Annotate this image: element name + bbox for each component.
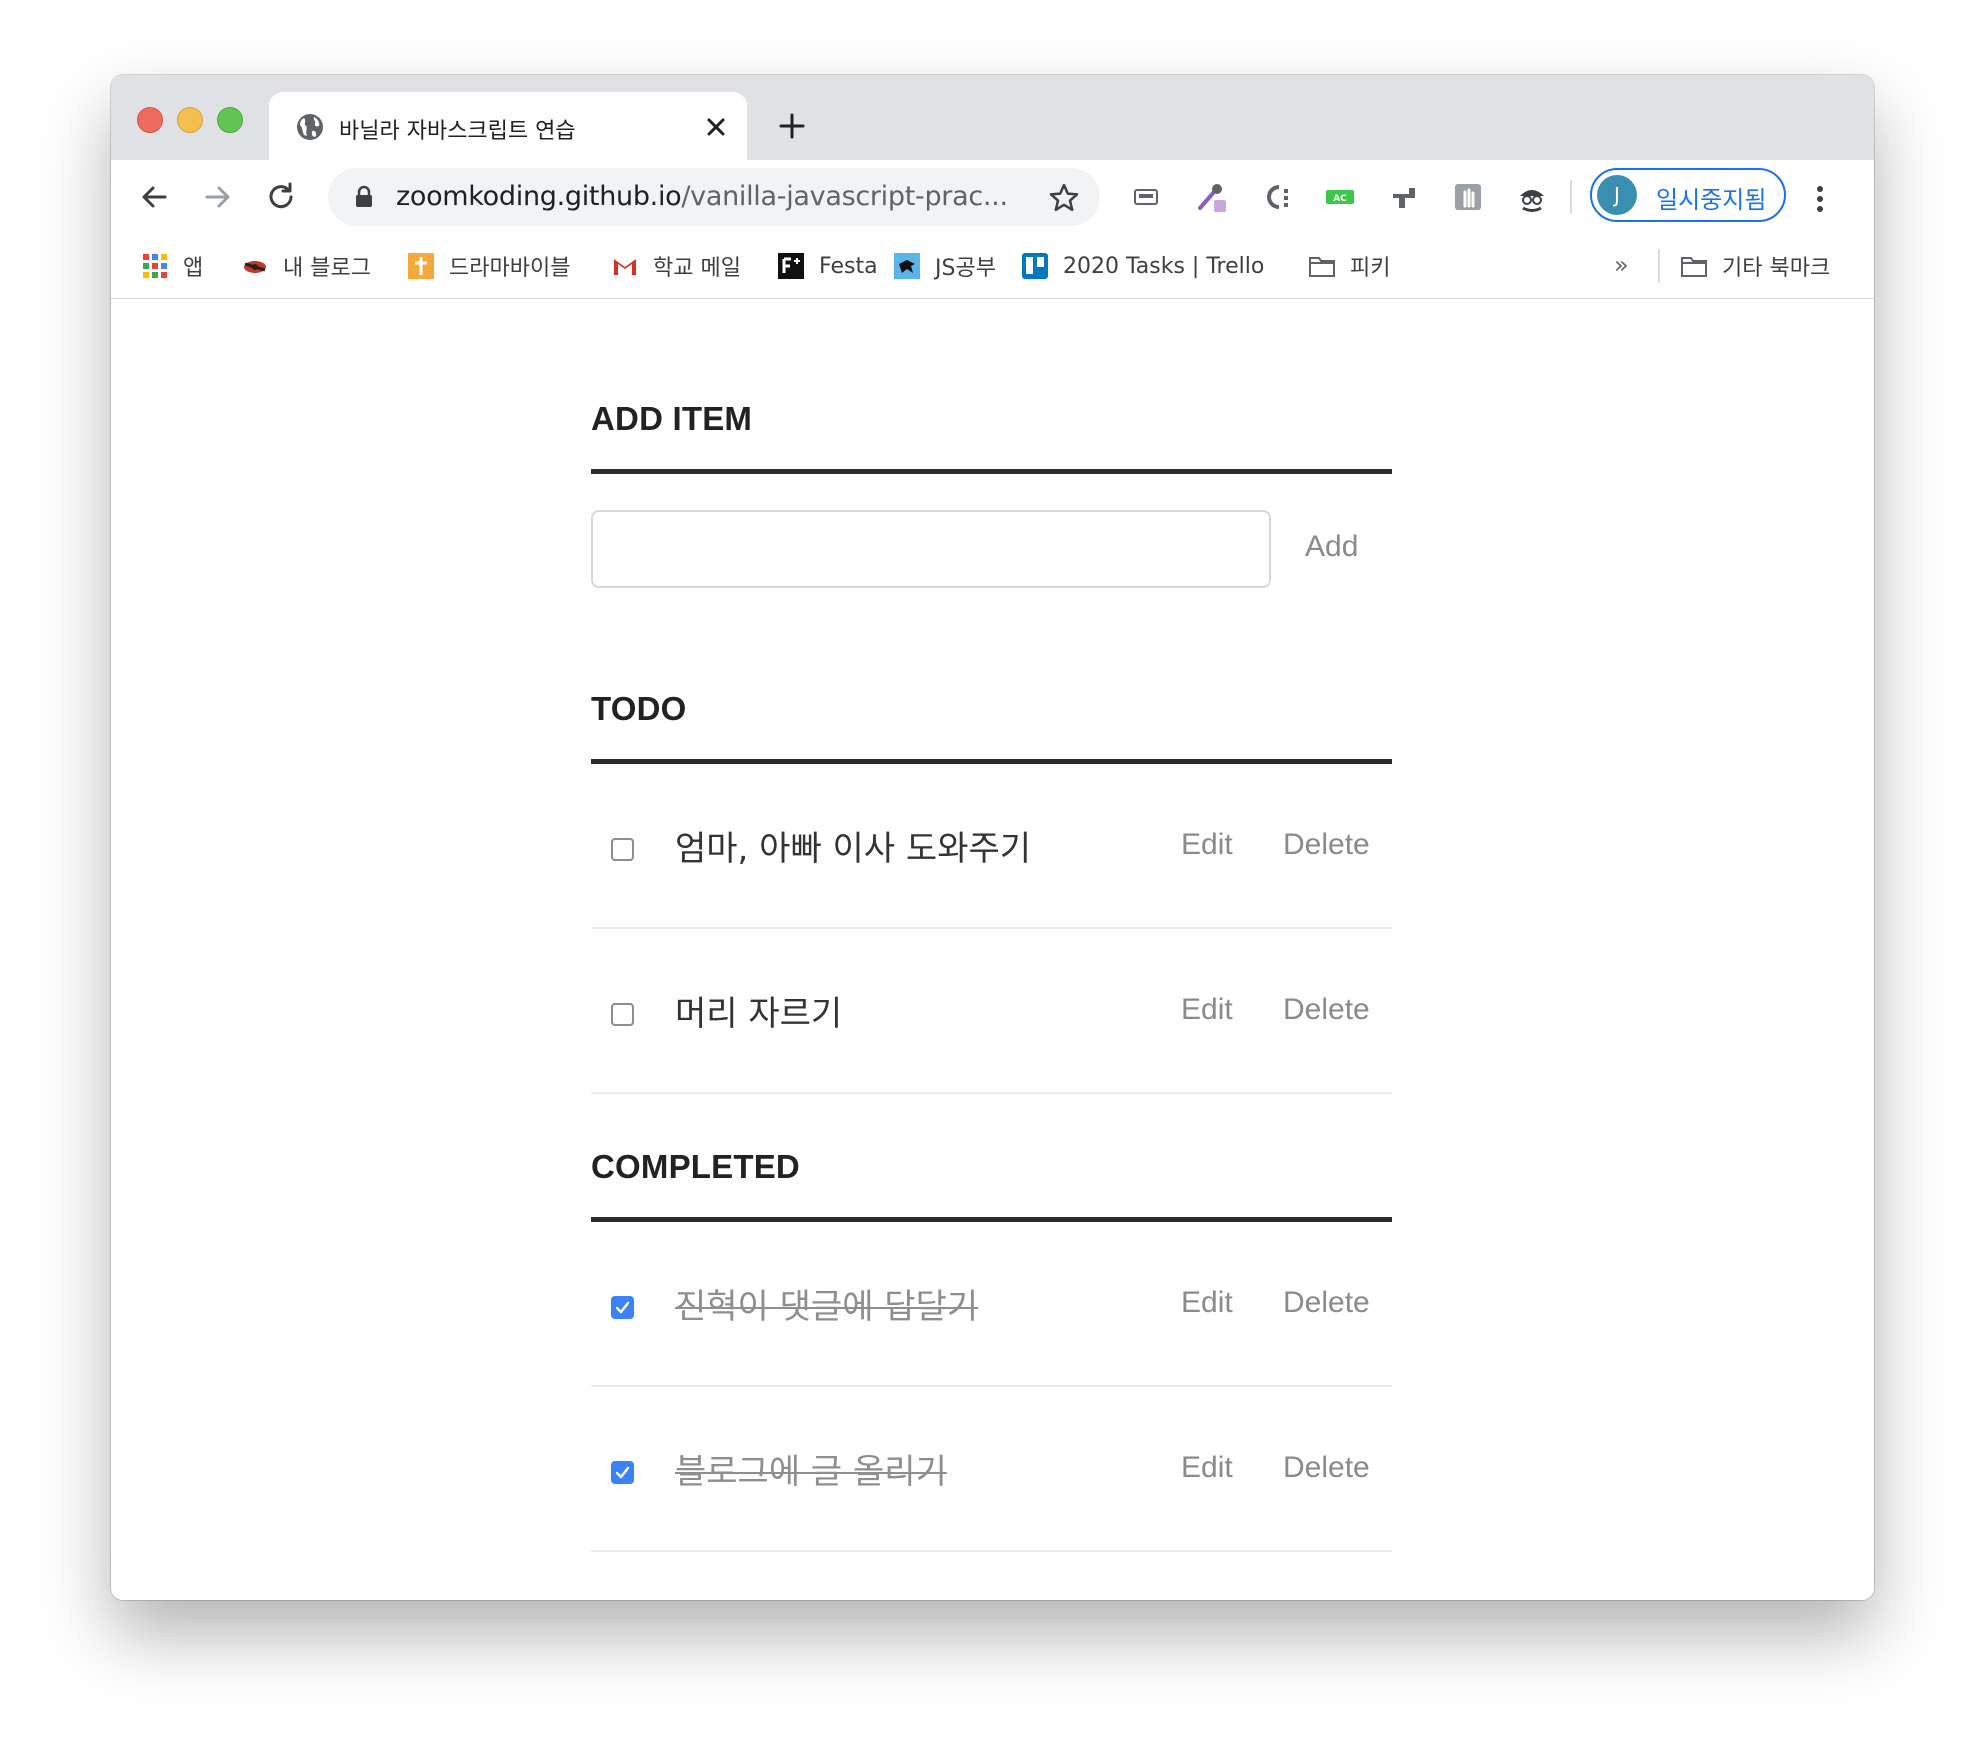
extension-arrow-icon[interactable] (1387, 180, 1421, 214)
todo-checkbox[interactable] (611, 1003, 634, 1026)
extension-eyedropper-icon[interactable] (1194, 180, 1228, 214)
delete-button[interactable]: Delete (1283, 1451, 1370, 1485)
more-menu-icon[interactable] (1813, 182, 1827, 216)
bookmarks-divider (1658, 249, 1660, 283)
extension-hand-icon[interactable] (1451, 180, 1485, 214)
forward-icon[interactable] (199, 178, 237, 216)
completed-checkbox[interactable] (611, 1296, 634, 1319)
page-content: ADD ITEM Add TODO 엄마, 아빠 이사 도와주기 Edit De… (111, 299, 1874, 1600)
browser-window: 바닐라 자바스크립트 연습 zoomkoding.github.io/vanil… (111, 75, 1874, 1600)
browser-toolbar: zoomkoding.github.io/vanilla-javascript-… (111, 160, 1874, 235)
reload-icon[interactable] (262, 178, 300, 216)
profile-status: 일시중지됨 (1656, 186, 1767, 214)
todo-item-text: 엄마, 아빠 이사 도와주기 (675, 829, 1032, 869)
todo-item: 머리 자르기 Edit Delete (591, 929, 1392, 1094)
edit-button[interactable]: Edit (1181, 1451, 1233, 1485)
bookmark-label: 드라마바이블 (449, 256, 571, 281)
bookmark-apps[interactable]: 앱 (141, 249, 203, 283)
drama-bible-icon (408, 253, 434, 279)
bookmark-label: 2020 Tasks | Trello (1063, 253, 1265, 279)
bookmarks-bar: 앱 내 블로그 드라마바이블 학교 메일 Festa JS공부 2020 Tas… (111, 235, 1874, 299)
extension-detective-icon[interactable] (1515, 180, 1549, 214)
checkmark-icon (615, 1301, 630, 1314)
bookmark-label: Festa (819, 253, 878, 279)
add-button[interactable]: Add (1305, 530, 1358, 564)
lock-icon (356, 185, 372, 207)
add-item-divider (591, 469, 1392, 474)
bookmark-label: 내 블로그 (283, 256, 371, 281)
js-study-icon (894, 253, 920, 279)
delete-button[interactable]: Delete (1283, 1286, 1370, 1320)
bookmark-star-icon[interactable] (1048, 182, 1080, 214)
url-text: zoomkoding.github.io/vanilla-javascript-… (396, 181, 1008, 212)
bookmark-other-bookmarks[interactable]: 기타 북마크 (1680, 249, 1830, 283)
maximize-window-button[interactable] (217, 107, 243, 133)
edit-button[interactable]: Edit (1181, 993, 1233, 1027)
gmail-icon (614, 259, 636, 275)
completed-item: 진혁이 댓글에 답달기 Edit Delete (591, 1222, 1392, 1387)
globe-icon (297, 114, 323, 140)
url-path: /vanilla-javascript-prac... (681, 181, 1008, 212)
completed-item: 블로그에 글 올리기 Edit Delete (591, 1387, 1392, 1552)
bookmark-label: 피키 (1350, 256, 1391, 281)
close-tab-icon[interactable] (703, 114, 729, 140)
festa-icon (778, 253, 804, 279)
extension-keyboard-icon[interactable] (1129, 180, 1163, 214)
delete-button[interactable]: Delete (1283, 828, 1370, 862)
completed-item-text: 블로그에 글 올리기 (675, 1452, 947, 1492)
new-tab-icon[interactable] (777, 111, 807, 141)
todo-app: ADD ITEM Add TODO 엄마, 아빠 이사 도와주기 Edit De… (591, 299, 1392, 1600)
trello-icon (1022, 253, 1048, 279)
close-window-button[interactable] (137, 107, 163, 133)
bookmark-label: 앱 (183, 256, 204, 281)
url-host: zoomkoding.github.io (396, 181, 682, 212)
bookmark-label: 학교 메일 (653, 256, 741, 281)
minimize-window-button[interactable] (177, 107, 203, 133)
new-item-input[interactable] (591, 510, 1271, 588)
profile-button[interactable]: J 일시중지됨 (1590, 168, 1786, 222)
bookmark-trello[interactable]: 2020 Tasks | Trello (1021, 249, 1264, 283)
todo-item: 엄마, 아빠 이사 도와주기 Edit Delete (591, 764, 1392, 929)
edit-button[interactable]: Edit (1181, 828, 1233, 862)
completed-checkbox[interactable] (611, 1461, 634, 1484)
toolbar-divider (1570, 180, 1572, 214)
bookmark-folder-piki[interactable]: 피키 (1308, 249, 1390, 283)
bookmark-festa[interactable]: Festa (777, 249, 878, 283)
back-icon[interactable] (135, 178, 173, 216)
todo-heading: TODO (591, 690, 687, 727)
tab-title: 바닐라 자바스크립트 연습 (339, 119, 576, 144)
title-bar: 바닐라 자바스크립트 연습 (111, 75, 1874, 160)
completed-item-text: 진혁이 댓글에 답달기 (675, 1287, 979, 1327)
apps-grid-icon (143, 254, 167, 278)
avatar: J (1597, 175, 1637, 215)
more-bookmarks-button[interactable]: » (1614, 251, 1629, 279)
bookmark-label: JS공부 (935, 256, 996, 281)
completed-heading: COMPLETED (591, 1148, 800, 1185)
todo-item-text: 머리 자르기 (675, 994, 843, 1034)
bookmark-drama-bible[interactable]: 드라마바이블 (407, 249, 570, 283)
folder-icon (1681, 257, 1707, 277)
delete-button[interactable]: Delete (1283, 993, 1370, 1027)
bookmark-label: 기타 북마크 (1722, 256, 1831, 281)
address-bar[interactable]: zoomkoding.github.io/vanilla-javascript-… (328, 168, 1100, 226)
edit-button[interactable]: Edit (1181, 1286, 1233, 1320)
svg-text:AC: AC (1333, 194, 1347, 204)
extension-c-icon[interactable] (1259, 180, 1293, 214)
folder-icon (1309, 257, 1335, 277)
bookmark-school-mail[interactable]: 학교 메일 (611, 249, 741, 283)
add-item-heading: ADD ITEM (591, 400, 753, 437)
checkmark-icon (615, 1466, 630, 1479)
bookmark-js-study[interactable]: JS공부 (893, 249, 996, 283)
todo-checkbox[interactable] (611, 838, 634, 861)
extension-ac-icon[interactable]: AC (1323, 180, 1357, 214)
bookmark-blog[interactable]: 내 블로그 (241, 249, 371, 283)
blog-icon (244, 261, 266, 273)
browser-tab[interactable]: 바닐라 자바스크립트 연습 (269, 92, 747, 160)
